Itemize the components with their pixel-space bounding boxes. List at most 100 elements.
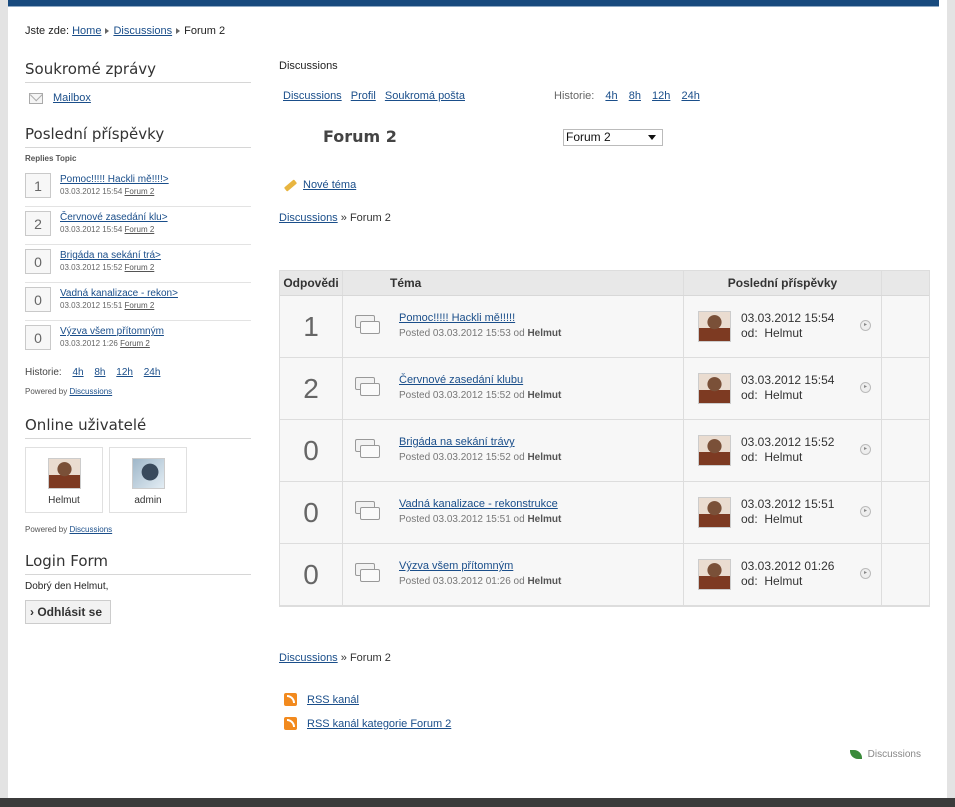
- recent-post-date: 03.03.2012 15:51: [60, 301, 123, 310]
- header-replies: Odpovědi: [280, 271, 343, 295]
- table-row: 0 Výzva všem přítomným Posted 03.03.2012…: [280, 544, 929, 606]
- go-to-post-icon[interactable]: ▸: [860, 506, 871, 517]
- mailbox: Mailbox: [29, 89, 251, 107]
- avatar: [698, 435, 731, 466]
- reply-count: 1: [280, 296, 343, 357]
- forum-breadcrumb-current: Forum 2: [349, 212, 391, 224]
- topic-link[interactable]: Pomoc!!!!! Hackli mě!!!!!: [399, 312, 515, 324]
- forum-nav: Discussions Profil Soukromá pošta: [283, 90, 471, 102]
- recent-post-count: 2: [25, 211, 51, 236]
- footer-brand: Discussions: [849, 749, 921, 760]
- rss-category-feed-link[interactable]: RSS kanál kategorie Forum 2: [307, 718, 451, 730]
- topic-link[interactable]: Vadná kanalizace - rekonstrukce: [399, 498, 558, 510]
- sidebar-history-24h[interactable]: 24h: [144, 367, 161, 378]
- breadcrumb: Jste zde: Home Discussions Forum 2: [25, 25, 225, 37]
- recent-post-forum-link[interactable]: Forum 2: [125, 187, 155, 196]
- table-row: 2 Červnové zasedání klubu Posted 03.03.2…: [280, 358, 929, 420]
- recent-post-date: 03.03.2012 1:26: [60, 339, 118, 348]
- go-to-post-icon[interactable]: ▸: [860, 320, 871, 331]
- online-users-title: Online uživatelé: [25, 416, 251, 439]
- last-post-by-label: od:: [741, 388, 758, 402]
- go-to-post-icon[interactable]: ▸: [860, 444, 871, 455]
- last-post-date: 03.03.2012 15:52: [741, 435, 835, 449]
- row-empty-cell: [882, 544, 929, 605]
- sidebar-history-12h[interactable]: 12h: [116, 367, 133, 378]
- topic-bubble-icon: [355, 377, 381, 399]
- reply-count: 0: [280, 544, 343, 605]
- avatar: [698, 373, 731, 404]
- breadcrumb-separator: »: [340, 652, 347, 664]
- logout-label: Odhlásit se: [37, 605, 103, 619]
- recent-post-forum-link[interactable]: Forum 2: [120, 339, 150, 348]
- last-post-date: 03.03.2012 01:26: [741, 559, 835, 573]
- recent-post-forum-link[interactable]: Forum 2: [125, 225, 155, 234]
- forum-breadcrumb-bottom: Discussions » Forum 2: [279, 652, 391, 664]
- powered-by-label: Powered by: [25, 525, 68, 534]
- breadcrumb-home-link[interactable]: Home: [72, 25, 101, 37]
- recent-post-count: 1: [25, 173, 51, 198]
- main-history-24h[interactable]: 24h: [681, 90, 699, 102]
- nav-profile-link[interactable]: Profil: [351, 90, 376, 102]
- recent-post-forum-link[interactable]: Forum 2: [125, 263, 155, 272]
- new-topic-link[interactable]: Nové téma: [303, 179, 356, 191]
- recent-post-link[interactable]: Pomoc!!!!! Hackli mě!!!!>: [60, 174, 169, 185]
- header-last-posts: Poslední příspěvky: [684, 271, 882, 295]
- go-to-post-icon[interactable]: ▸: [860, 382, 871, 393]
- main-history-label: Historie:: [554, 90, 595, 102]
- powered-by-link[interactable]: Discussions: [69, 387, 112, 396]
- main-history-8h[interactable]: 8h: [629, 90, 641, 102]
- mailbox-link[interactable]: Mailbox: [53, 92, 91, 104]
- topic-bubble-icon: [355, 315, 381, 337]
- nav-private-mail-link[interactable]: Soukromá pošta: [385, 90, 465, 102]
- last-post-by-label: od:: [741, 574, 758, 588]
- rss-icon: [284, 693, 297, 706]
- reply-count: 2: [280, 358, 343, 419]
- go-to-post-icon[interactable]: ▸: [860, 568, 871, 579]
- forum-breadcrumb-link[interactable]: Discussions: [279, 212, 338, 224]
- rss-icon: [284, 717, 297, 730]
- powered-by-label: Powered by: [25, 387, 68, 396]
- last-post-by-label: od:: [741, 326, 758, 340]
- sidebar-history-4h[interactable]: 4h: [72, 367, 83, 378]
- pencil-icon: [283, 178, 298, 192]
- forum-breadcrumb: Discussions » Forum 2: [279, 212, 391, 224]
- topic-link[interactable]: Výzva všem přítomným: [399, 560, 513, 572]
- recent-post-link[interactable]: Vadná kanalizace - rekon>: [60, 288, 178, 299]
- main-history-4h[interactable]: 4h: [605, 90, 617, 102]
- rss-feed-link[interactable]: RSS kanál: [307, 694, 359, 706]
- avatar: [131, 458, 165, 489]
- forum-select[interactable]: Forum 2: [563, 129, 663, 146]
- login-form-title: Login Form: [25, 552, 251, 575]
- topic-posted: Posted 03.03.2012 15:52 od: [399, 452, 525, 463]
- reply-count: 0: [280, 482, 343, 543]
- forum-title: Forum 2: [323, 127, 397, 146]
- forum-breadcrumb-link[interactable]: Discussions: [279, 652, 338, 664]
- last-post-date: 03.03.2012 15:51: [741, 497, 835, 511]
- recent-post-link[interactable]: Výzva všem přítomným: [60, 326, 164, 337]
- online-user-card[interactable]: Helmut: [25, 447, 103, 513]
- recent-post-forum-link[interactable]: Forum 2: [125, 301, 155, 310]
- powered-by-link[interactable]: Discussions: [69, 525, 112, 534]
- logout-button[interactable]: › Odhlásit se: [25, 600, 112, 624]
- nav-discussions-link[interactable]: Discussions: [283, 90, 342, 102]
- topics-table: Odpovědi Téma Poslední příspěvky 1 Pomoc…: [279, 270, 930, 607]
- online-user-card[interactable]: admin: [109, 447, 187, 513]
- topic-posted: Posted 03.03.2012 15:52 od: [399, 390, 525, 401]
- breadcrumb-prefix: Jste zde:: [25, 25, 70, 37]
- topic-link[interactable]: Brigáda na sekání trávy: [399, 436, 515, 448]
- topic-link[interactable]: Červnové zasedání klubu: [399, 374, 523, 386]
- header-topic: Téma: [343, 271, 684, 295]
- main-history-12h[interactable]: 12h: [652, 90, 670, 102]
- topic-posted: Posted 03.03.2012 15:53 od: [399, 328, 525, 339]
- topic-author: Helmut: [527, 390, 562, 401]
- breadcrumb-discussions-link[interactable]: Discussions: [113, 25, 172, 37]
- forum-breadcrumb-current: Forum 2: [349, 652, 391, 664]
- row-empty-cell: [882, 482, 929, 543]
- recent-post-link[interactable]: Červnové zasedání klu>: [60, 212, 168, 223]
- recent-post-item: 0 Výzva všem přítomným 03.03.2012 1:26 F…: [25, 321, 251, 359]
- page-title: Discussions: [279, 60, 338, 72]
- header-empty: [882, 271, 929, 295]
- recent-post-link[interactable]: Brigáda na sekání trá>: [60, 250, 161, 261]
- topic-bubble-icon: [355, 501, 381, 523]
- sidebar-history-8h[interactable]: 8h: [94, 367, 105, 378]
